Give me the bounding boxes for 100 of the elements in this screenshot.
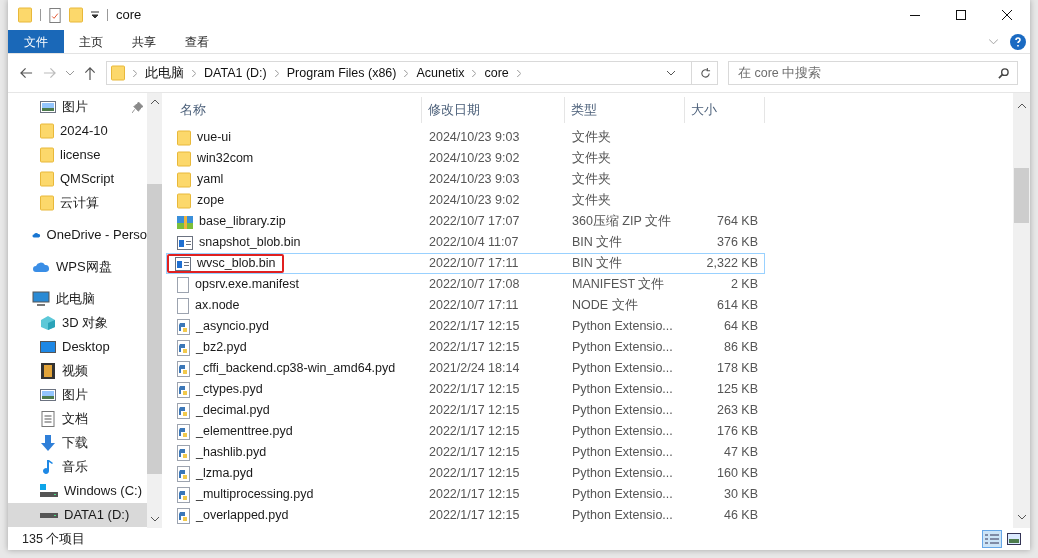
desktop-icon (40, 339, 56, 355)
file-size: 2,322 KB (705, 255, 758, 273)
nav-item[interactable]: QMScript (8, 167, 147, 191)
file-row[interactable]: _cffi_backend.cp38-win_amd64.pyd 2021/2/24 18:14 Python Extensio... 178 KB (166, 358, 765, 379)
nav-item[interactable]: 云计算 (8, 191, 147, 215)
chevron-right-icon[interactable] (516, 69, 521, 77)
chevron-right-icon[interactable] (404, 69, 409, 77)
scroll-up-icon[interactable] (150, 99, 159, 104)
nav-item[interactable]: WPS网盘 (8, 255, 147, 279)
breadcrumb-item[interactable]: core (484, 63, 509, 83)
file-row[interactable]: _elementtree.pyd 2022/1/17 12:15 Python Extensio... 176 KB (166, 421, 765, 442)
scroll-thumb[interactable] (1014, 168, 1029, 223)
folder-icon (40, 171, 54, 187)
file-row[interactable]: wvsc_blob.bin 2022/10/7 17:11 BIN 文件 2,322 KB (166, 253, 765, 274)
system-drive-icon (40, 484, 58, 498)
dropdown-caret-icon[interactable] (91, 11, 99, 19)
file-row[interactable]: vue-ui 2024/10/23 9:03 文件夹 (166, 127, 765, 148)
scroll-up-icon[interactable] (1017, 103, 1026, 108)
file-size: 178 KB (716, 360, 758, 378)
dropdown-caret-icon[interactable] (667, 70, 675, 76)
forward-arrow-icon[interactable] (43, 67, 56, 79)
modified-date: 2024/10/23 9:03 (428, 129, 521, 147)
modified-date: 2022/1/17 12:15 (428, 381, 521, 399)
search-input[interactable]: 在 core 中搜索 (738, 63, 998, 83)
chevron-right-icon[interactable] (472, 69, 477, 77)
nav-item[interactable]: 2024-10 (8, 119, 147, 143)
breadcrumb-item[interactable]: Program Files (x86) (286, 63, 397, 83)
file-name: _hashlib.pyd (196, 444, 267, 462)
properties-icon[interactable] (49, 7, 61, 23)
file-row[interactable]: win32com 2024/10/23 9:02 文件夹 (166, 148, 765, 169)
nav-item[interactable]: 音乐 (8, 455, 147, 479)
up-arrow-icon[interactable] (84, 66, 96, 80)
address-bar[interactable]: 此电脑 DATA1 (D:) Program Files (x86) Acunetix core (106, 61, 718, 85)
nav-item[interactable]: 此电脑 (8, 287, 147, 311)
nav-item[interactable]: license (8, 143, 147, 167)
nav-label: Windows (C:) (64, 482, 142, 501)
file-size: 764 KB (716, 213, 758, 231)
file-row[interactable]: snapshot_blob.bin 2022/10/4 11:07 BIN 文件 376 KB (166, 232, 765, 253)
search-field[interactable]: 在 core 中搜索 (728, 61, 1018, 85)
file-row[interactable]: _asyncio.pyd 2022/1/17 12:15 Python Extensio... 64 KB (166, 316, 765, 337)
file-row[interactable]: _ctypes.pyd 2022/1/17 12:15 Python Extensio... 125 KB (166, 379, 765, 400)
file-row[interactable]: yaml 2024/10/23 9:03 文件夹 (166, 169, 765, 190)
nav-item[interactable]: Desktop (8, 335, 147, 359)
ribbon-tab[interactable]: 查看 (170, 30, 223, 53)
file-type: Python Extensio... (571, 423, 674, 441)
nav-label: 云计算 (60, 194, 99, 213)
chevron-right-icon[interactable] (274, 69, 279, 77)
nav-item[interactable]: 图片 (8, 383, 147, 407)
file-type: MANIFEST 文件 (571, 276, 666, 294)
column-header[interactable]: 大小 (685, 97, 765, 123)
nav-item[interactable]: 下载 (8, 431, 147, 455)
column-header[interactable]: 类型 (565, 97, 685, 123)
ribbon-tab[interactable]: 主页 (64, 30, 117, 53)
file-row[interactable]: _overlapped.pyd 2022/1/17 12:15 Python Extensio... 46 KB (166, 505, 765, 526)
file-size: 376 KB (716, 234, 758, 252)
file-row[interactable]: _lzma.pyd 2022/1/17 12:15 Python Extensio... 160 KB (166, 463, 765, 484)
ribbon-tab[interactable]: 共享 (117, 30, 170, 53)
file-row[interactable]: base_library.zip 2022/10/7 17:07 360压缩 ZIP 文件 764 KB (166, 211, 765, 232)
file-row[interactable]: _multiprocessing.pyd 2022/1/17 12:15 Python Extensio... 30 KB (166, 484, 765, 505)
file-row[interactable]: _decimal.pyd 2022/1/17 12:15 Python Extensio... 263 KB (166, 400, 765, 421)
breadcrumb-item[interactable]: 此电脑 (145, 63, 184, 83)
nav-item[interactable]: DATA1 (D:) (8, 503, 147, 527)
file-type: 360压缩 ZIP 文件 (571, 213, 673, 231)
nav-item[interactable]: Windows (C:) (8, 479, 147, 503)
chevron-right-icon[interactable] (133, 69, 137, 77)
column-header[interactable]: 修改日期 (422, 97, 565, 123)
file-row[interactable]: _bz2.pyd 2022/1/17 12:15 Python Extensio... 86 KB (166, 337, 765, 358)
file-name: _decimal.pyd (196, 402, 270, 420)
expand-ribbon-icon[interactable] (989, 38, 998, 45)
nav-item[interactable]: 图片 (8, 95, 147, 119)
nav-item[interactable]: 文档 (8, 407, 147, 431)
column-header[interactable]: 名称 (166, 97, 422, 123)
scroll-down-icon[interactable] (1017, 515, 1026, 520)
nav-item[interactable]: OneDrive - Perso (8, 223, 147, 247)
scrollbar[interactable] (147, 93, 162, 528)
file-row[interactable]: ax.node 2022/10/7 17:11 NODE 文件 614 KB (166, 295, 765, 316)
tiles-view-button[interactable] (1004, 530, 1024, 548)
file-type: Python Extensio... (571, 507, 674, 525)
file-row[interactable]: opsrv.exe.manifest 2022/10/7 17:08 MANIFEST 文件 2 KB (166, 274, 765, 295)
help-icon[interactable] (1010, 33, 1026, 50)
recent-caret-icon[interactable] (66, 70, 74, 76)
ribbon-tab[interactable]: 文件 (8, 30, 64, 53)
file-type: 文件夹 (571, 129, 612, 147)
item-count: 135 个项目 (22, 530, 86, 548)
nav-item[interactable]: 3D 对象 (8, 311, 147, 335)
breadcrumb-item[interactable]: DATA1 (D:) (204, 63, 267, 83)
scroll-thumb[interactable] (147, 184, 162, 474)
breadcrumb-item[interactable]: Acunetix (416, 63, 465, 83)
chevron-right-icon[interactable] (192, 69, 196, 77)
file-type: Python Extensio... (571, 444, 674, 462)
scrollbar[interactable] (1013, 93, 1030, 528)
file-row[interactable]: _hashlib.pyd 2022/1/17 12:15 Python Extensio... 47 KB (166, 442, 765, 463)
back-arrow-icon[interactable] (20, 67, 33, 79)
nav-item[interactable]: 视频 (8, 359, 147, 383)
scroll-down-icon[interactable] (150, 517, 159, 522)
refresh-icon[interactable] (700, 67, 711, 79)
file-type: NODE 文件 (571, 297, 639, 315)
file-row[interactable]: zope 2024/10/23 9:02 文件夹 (166, 190, 765, 211)
drive-icon (40, 512, 58, 518)
download-icon (40, 435, 56, 451)
